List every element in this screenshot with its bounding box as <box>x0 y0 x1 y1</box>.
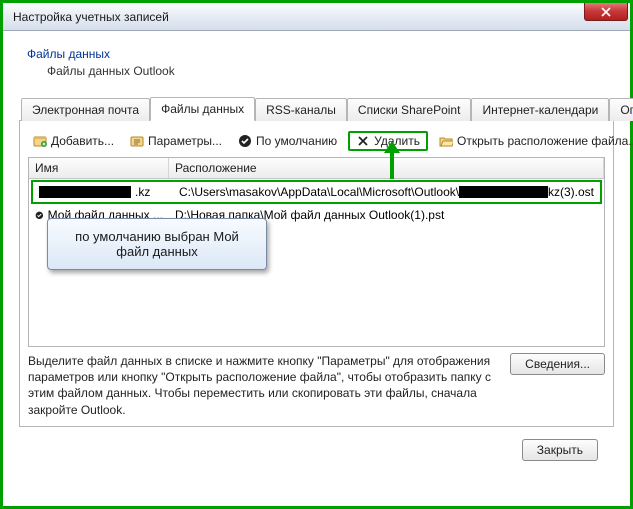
details-button[interactable]: Сведения... <box>510 353 605 375</box>
check-circle-icon <box>238 134 252 148</box>
settings-icon <box>130 134 144 148</box>
table-header: Имя Расположение <box>29 158 604 179</box>
row-name-suffix: .kz <box>135 185 150 199</box>
window-close-button[interactable] <box>584 3 628 21</box>
page-title: Файлы данных <box>27 47 614 61</box>
tabstrip: Электронная почта Файлы данных RSS-канал… <box>19 96 614 121</box>
default-label: По умолчанию <box>256 134 337 148</box>
dialog-content: Файлы данных Файлы данных Outlook Электр… <box>3 31 630 471</box>
table-row[interactable]: .kz C:\Users\masakov\AppData\Local\Micro… <box>31 180 602 204</box>
add-icon <box>33 134 47 148</box>
column-name[interactable]: Имя <box>29 158 169 178</box>
tab-internet-calendars[interactable]: Интернет-календари <box>471 98 609 121</box>
settings-label: Параметры... <box>148 134 222 148</box>
default-button[interactable]: По умолчанию <box>233 131 342 151</box>
remove-icon <box>356 134 370 148</box>
open-location-label: Открыть расположение файла... <box>457 134 633 148</box>
window-title: Настройка учетных записей <box>13 10 169 24</box>
open-location-button[interactable]: Открыть расположение файла... <box>434 131 633 151</box>
close-button[interactable]: Закрыть <box>522 439 598 461</box>
toolbar: Добавить... Параметры... По умолчанию Уд… <box>28 131 605 151</box>
row-location-prefix: C:\Users\masakov\AppData\Local\Microsoft… <box>179 185 459 199</box>
default-check-icon <box>35 208 44 222</box>
dialog-footer: Закрыть <box>19 427 614 461</box>
close-icon <box>601 7 611 17</box>
tab-published[interactable]: Опублико <box>609 98 633 121</box>
tab-data-files[interactable]: Файлы данных <box>150 97 255 121</box>
folder-open-icon <box>439 134 453 148</box>
panel-footer: Выделите файл данных в списке и нажмите … <box>28 353 605 418</box>
redacted-loc <box>459 186 548 198</box>
titlebar: Настройка учетных записей <box>3 3 630 31</box>
tab-panel: Добавить... Параметры... По умолчанию Уд… <box>19 121 614 427</box>
help-text: Выделите файл данных в списке и нажмите … <box>28 353 498 418</box>
add-button[interactable]: Добавить... <box>28 131 119 151</box>
data-files-table: Имя Расположение .kz C:\Users\masakov\Ap… <box>28 157 605 347</box>
settings-button[interactable]: Параметры... <box>125 131 227 151</box>
column-location[interactable]: Расположение <box>169 158 604 178</box>
add-label: Добавить... <box>51 134 114 148</box>
redacted-name <box>39 186 131 198</box>
tab-email[interactable]: Электронная почта <box>21 98 150 121</box>
row-location-suffix: kz(3).ost <box>548 185 594 199</box>
page-subtitle: Файлы данных Outlook <box>47 64 614 78</box>
annotation-tooltip: по умолчанию выбран Мой файл данных <box>47 218 267 270</box>
tab-rss[interactable]: RSS-каналы <box>255 98 347 121</box>
header-block: Файлы данных Файлы данных Outlook <box>19 47 614 78</box>
tab-sharepoint[interactable]: Списки SharePoint <box>347 98 472 121</box>
